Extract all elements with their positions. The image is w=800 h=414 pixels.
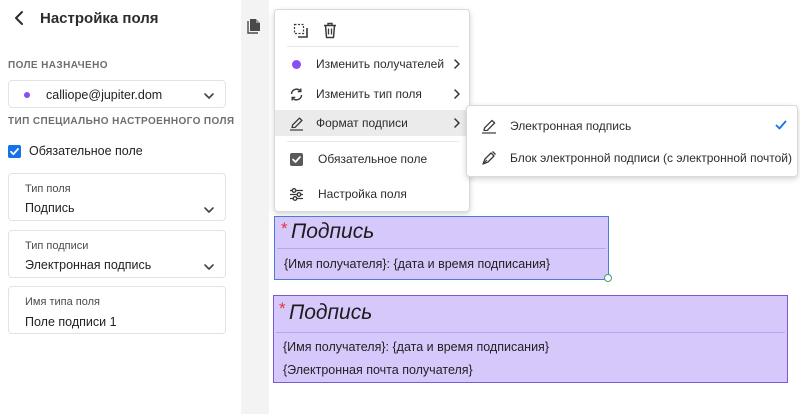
menu-divider xyxy=(287,46,459,47)
checkbox-icon xyxy=(290,153,303,166)
chevron-right-icon xyxy=(454,59,460,69)
chevron-right-icon xyxy=(454,89,460,99)
field-settings-panel: Настройка поля ПОЛЕ НАЗНАЧЕНО calliope@j… xyxy=(0,0,241,414)
signature-field-title: Подпись xyxy=(291,220,375,243)
document-pages-icon[interactable] xyxy=(247,18,261,34)
signature-field-info: {Имя получателя}: {дата и время подписан… xyxy=(284,257,550,271)
custom-field-section-label: ТИП СПЕЦИАЛЬНО НАСТРОЕННОГО ПОЛЯ xyxy=(8,116,235,127)
required-marker: * xyxy=(279,299,286,318)
signature-block-field[interactable]: * Подпись {Имя получателя}: {дата и врем… xyxy=(273,295,788,383)
field-divider xyxy=(277,248,606,249)
resize-handle[interactable] xyxy=(604,274,612,282)
recipient-dot-icon xyxy=(24,92,30,98)
signature-type-label: Тип подписи xyxy=(25,240,89,252)
recipient-dot-icon xyxy=(292,60,301,69)
assigned-section-label: ПОЛЕ НАЗНАЧЕНО xyxy=(8,60,108,71)
settings-sliders-icon xyxy=(290,188,303,201)
field-type-name-label: Имя типа поля xyxy=(25,296,101,308)
menu-item-field-settings[interactable]: Настройка поля xyxy=(275,181,471,207)
signature-field-title: Подпись xyxy=(289,301,373,324)
field-type-label: Тип поля xyxy=(25,183,71,195)
signature-field-selected[interactable]: * Подпись {Имя получателя}: {дата и врем… xyxy=(274,216,609,280)
sync-icon xyxy=(290,88,303,101)
field-divider xyxy=(276,332,785,333)
signature-format-submenu: Электронная подпись Блок электронной под… xyxy=(466,105,798,177)
assignee-value: calliope@jupiter.dom xyxy=(46,88,163,102)
field-type-name-value: Поле подписи 1 xyxy=(25,315,117,329)
signature-field-email: {Электронная почта получателя} xyxy=(283,363,473,377)
menu-item-change-field-type[interactable]: Изменить тип поля xyxy=(275,81,471,107)
trash-icon[interactable] xyxy=(322,22,338,39)
menu-item-label: Обязательное поле xyxy=(318,152,428,166)
menu-item-change-recipients[interactable]: Изменить получателей xyxy=(275,51,471,77)
chevron-down-icon xyxy=(204,264,214,270)
assignee-select[interactable]: calliope@jupiter.dom xyxy=(8,80,226,108)
field-type-select[interactable]: Тип поля Подпись xyxy=(8,173,226,221)
menu-divider xyxy=(287,141,459,142)
required-marker: * xyxy=(281,219,288,238)
required-checkbox[interactable] xyxy=(8,145,21,158)
signature-type-select[interactable]: Тип подписи Электронная подпись xyxy=(8,230,226,278)
menu-item-required-field[interactable]: Обязательное поле xyxy=(275,146,471,172)
menu-item-signature-format[interactable]: Формат подписи xyxy=(275,110,471,136)
menu-item-label: Изменить тип поля xyxy=(316,87,422,101)
context-menu: Изменить получателей Изменить тип поля Ф… xyxy=(274,9,471,212)
back-chevron-icon[interactable] xyxy=(10,9,28,27)
submenu-item-label: Блок электронной подписи (с электронной … xyxy=(510,151,792,165)
submenu-item-signature-block-with-email[interactable]: Блок электронной подписи (с электронной … xyxy=(467,141,797,173)
signature-pen-icon xyxy=(482,119,496,134)
submenu-item-electronic-signature[interactable]: Электронная подпись xyxy=(467,109,797,141)
signature-type-value: Электронная подпись xyxy=(25,258,152,272)
chevron-down-icon xyxy=(204,207,214,213)
panel-title: Настройка поля xyxy=(40,10,159,27)
thumbnail-strip xyxy=(241,0,269,414)
field-type-value: Подпись xyxy=(25,201,75,215)
menu-item-label: Настройка поля xyxy=(318,187,407,201)
chevron-right-icon xyxy=(454,118,460,128)
field-type-name-input[interactable]: Имя типа поля Поле подписи 1 xyxy=(8,286,226,334)
checkmark-icon xyxy=(775,120,787,130)
submenu-item-label: Электронная подпись xyxy=(510,119,632,133)
chevron-down-icon xyxy=(204,93,214,99)
signature-field-info: {Имя получателя}: {дата и время подписан… xyxy=(283,340,549,354)
pen-nib-icon xyxy=(482,151,496,165)
menu-item-label: Изменить получателей xyxy=(316,57,445,71)
required-label: Обязательное поле xyxy=(29,144,143,158)
signature-pen-icon xyxy=(290,117,303,131)
duplicate-icon[interactable] xyxy=(293,23,309,39)
menu-item-label: Формат подписи xyxy=(316,116,408,130)
